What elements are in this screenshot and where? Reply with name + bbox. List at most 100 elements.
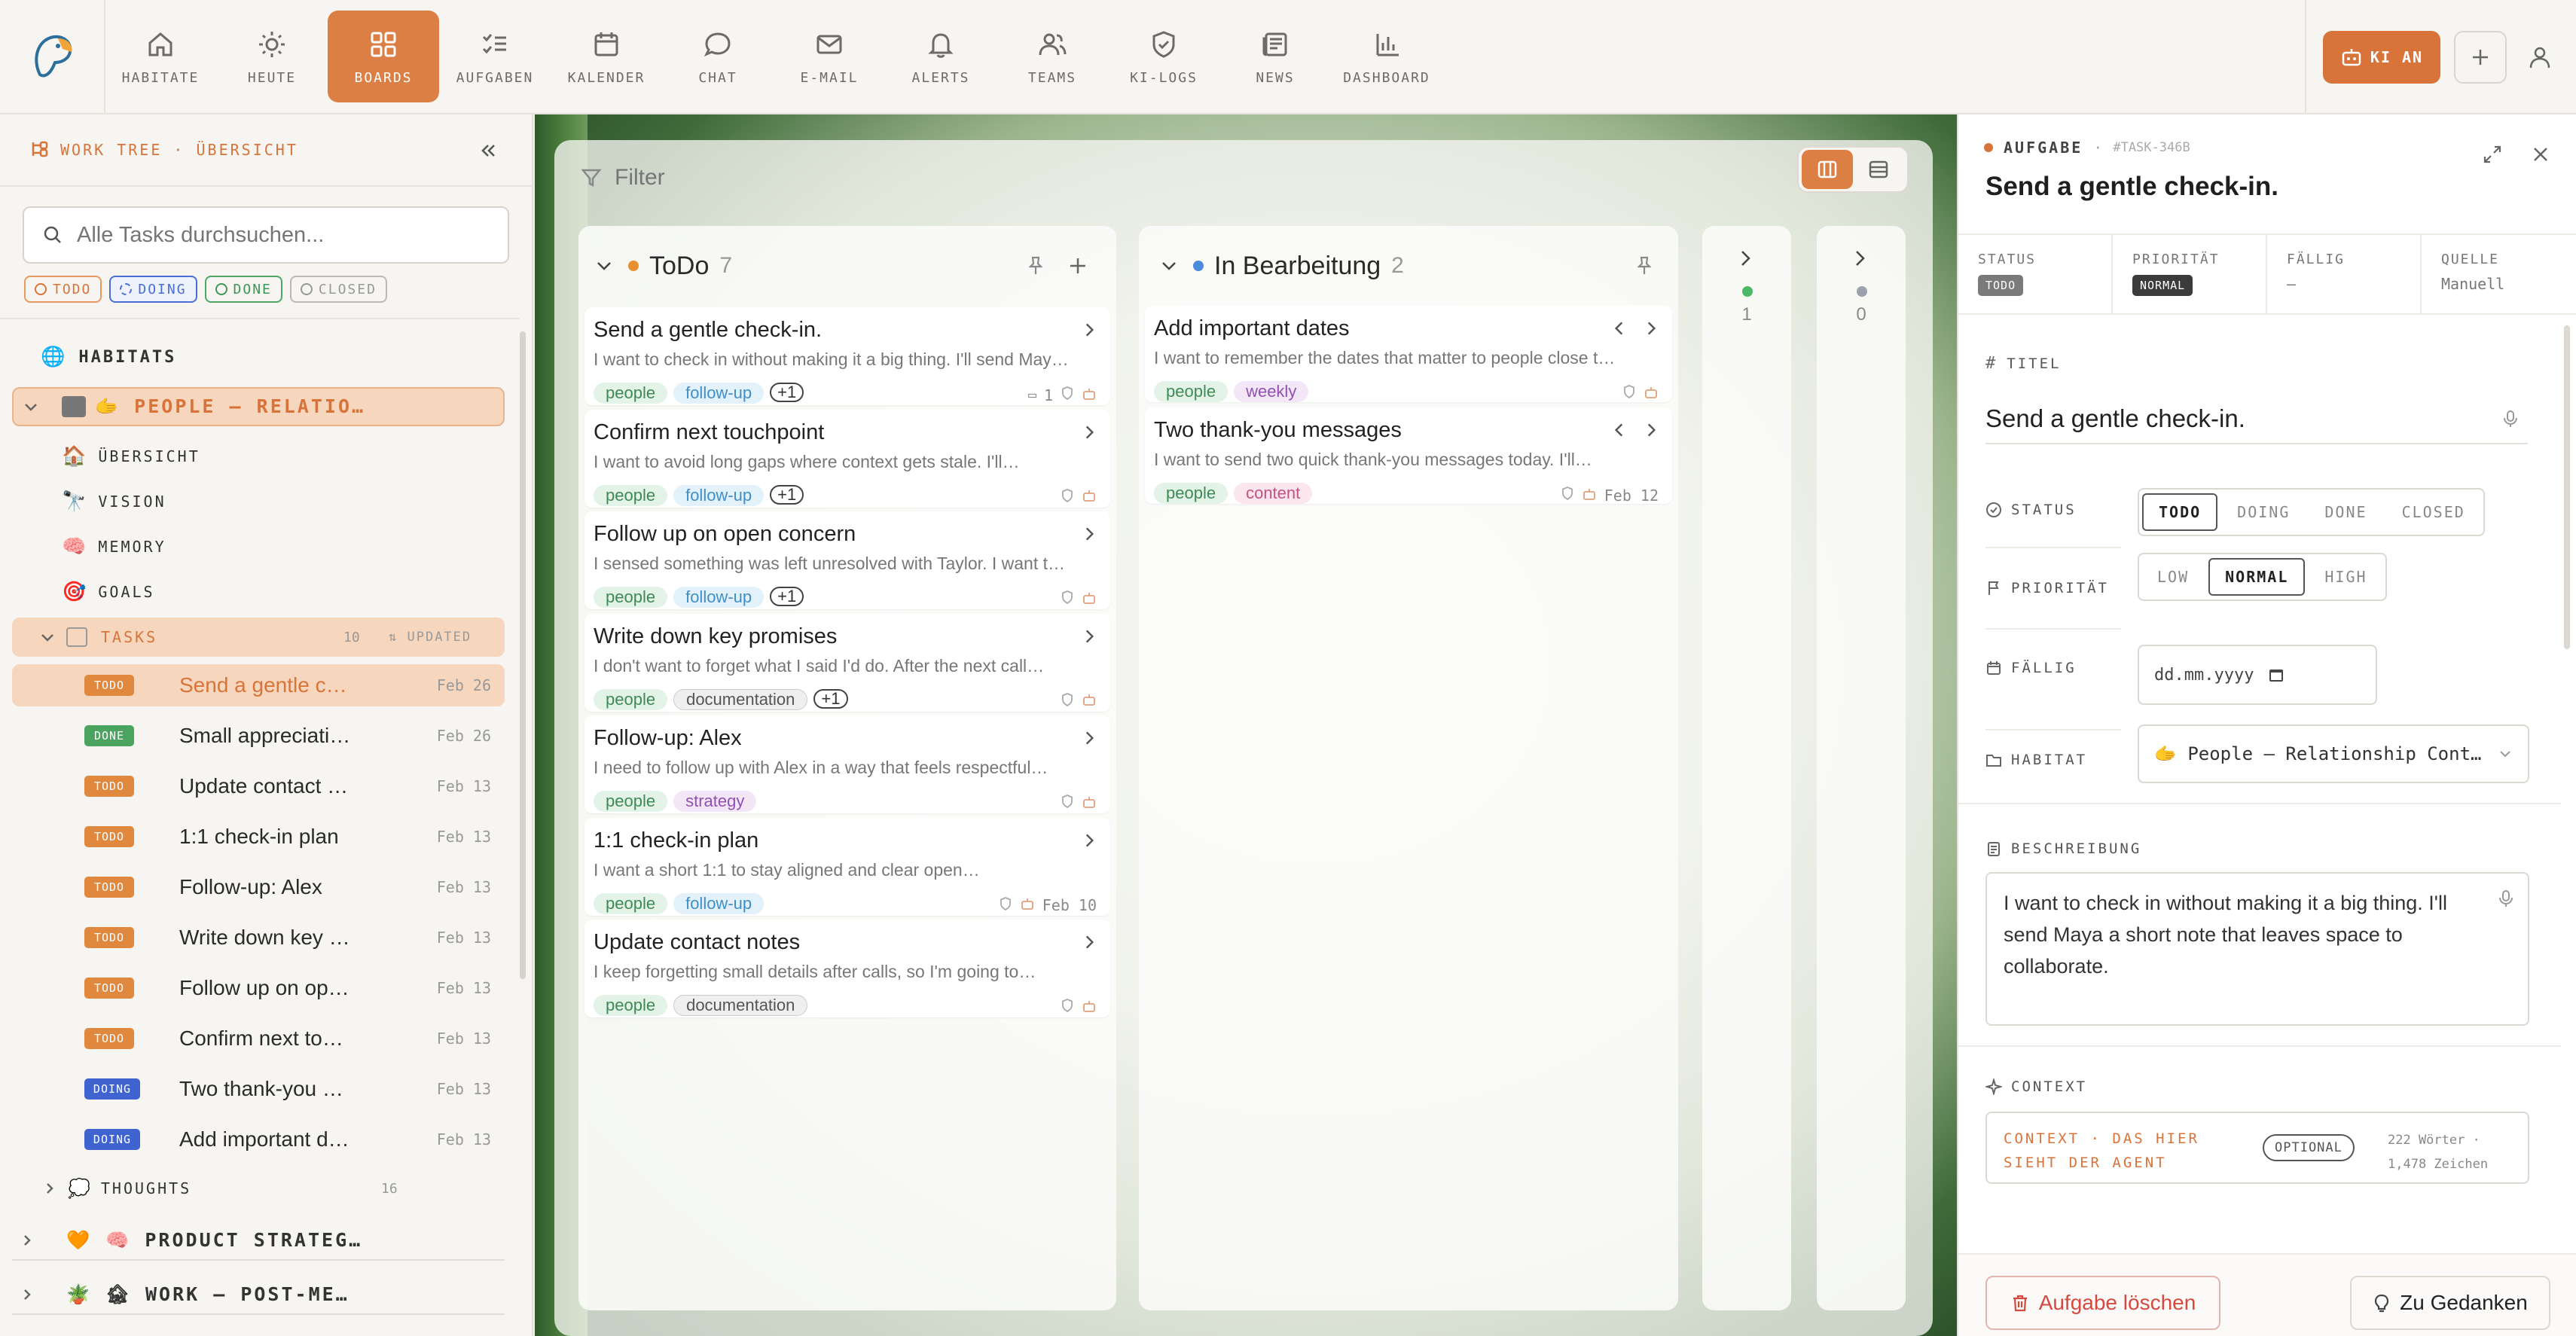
to-thoughts-button[interactable]: Zu Gedanken xyxy=(2350,1276,2550,1330)
status-option-done[interactable]: DONE xyxy=(2309,493,2382,531)
nav-teams[interactable]: TEAMS xyxy=(997,11,1108,102)
close-icon[interactable] xyxy=(2529,143,2552,166)
habitats-section-header[interactable]: 🌐 HABITATS xyxy=(12,342,505,372)
section-uebersicht[interactable]: 🏠 ÜBERSICHT xyxy=(12,440,505,473)
habitat-work-post-mortem[interactable]: 🪴 🏚 WORK — POST-ME… xyxy=(12,1276,505,1315)
tag[interactable]: follow-up xyxy=(673,892,765,914)
pin-icon[interactable] xyxy=(1633,255,1656,277)
tag[interactable]: follow-up xyxy=(673,383,765,404)
add-button[interactable] xyxy=(2454,31,2507,84)
ki-toggle-button[interactable]: KI AN xyxy=(2323,31,2440,84)
context-field[interactable]: CONTEXT · DAS HIER SIEHT DER AGENT OPTIO… xyxy=(1985,1112,2529,1184)
nav-email[interactable]: E-MAIL xyxy=(774,11,885,102)
nav-chat[interactable]: CHAT xyxy=(662,11,774,102)
sidebar-task-row[interactable]: TODO Follow-up: Alex Feb 13 xyxy=(12,866,505,908)
delete-task-button[interactable]: Aufgabe löschen xyxy=(1985,1276,2220,1330)
sidebar-task-row[interactable]: TODO Write down key … Feb 13 xyxy=(12,917,505,959)
microphone-icon[interactable] xyxy=(2496,889,2516,908)
section-memory[interactable]: 🧠 MEMORY xyxy=(12,530,505,563)
tag[interactable]: weekly xyxy=(1234,381,1309,402)
status-option-closed[interactable]: CLOSED xyxy=(2387,493,2480,531)
microphone-icon[interactable] xyxy=(2501,409,2520,429)
filter-chip-done[interactable]: DONE xyxy=(204,276,282,303)
tag[interactable]: people xyxy=(594,688,668,710)
tag[interactable]: follow-up xyxy=(673,587,765,608)
pin-icon[interactable] xyxy=(1024,255,1047,277)
tag[interactable]: follow-up xyxy=(673,484,765,506)
kanban-view-button[interactable] xyxy=(1802,150,1853,189)
tag[interactable]: people xyxy=(594,484,668,506)
chevron-right-icon[interactable] xyxy=(1850,249,1869,268)
list-view-button[interactable] xyxy=(1853,150,1904,189)
sidebar-task-row[interactable]: TODO Update contact … Feb 13 xyxy=(12,765,505,807)
status-option-todo[interactable]: TODO xyxy=(2142,493,2218,531)
chevron-left-icon[interactable] xyxy=(1610,421,1628,439)
chevron-right-icon[interactable] xyxy=(1080,831,1098,849)
nav-dashboard[interactable]: DASHBOARD xyxy=(1331,11,1442,102)
task-search-box[interactable] xyxy=(23,206,509,264)
nav-news[interactable]: NEWS xyxy=(1219,11,1331,102)
expand-icon[interactable] xyxy=(2481,143,2504,166)
sidebar-scrollbar[interactable] xyxy=(520,331,526,979)
chevron-right-icon[interactable] xyxy=(1735,249,1755,268)
nav-alerts[interactable]: ALERTS xyxy=(885,11,997,102)
tag[interactable]: documentation xyxy=(673,995,808,1016)
tag[interactable]: people xyxy=(594,383,668,404)
nav-ki-logs[interactable]: KI-LOGS xyxy=(1108,11,1219,102)
tag[interactable]: +1 xyxy=(770,484,804,505)
tag[interactable]: +1 xyxy=(770,587,804,606)
chevron-right-icon[interactable] xyxy=(1080,729,1098,747)
filter-chip-doing[interactable]: DOING xyxy=(109,276,197,303)
tag[interactable]: people xyxy=(594,587,668,608)
sidebar-task-row[interactable]: DONE Small appreciati… Feb 26 xyxy=(12,715,505,757)
task-card[interactable]: Follow-up: Alex I need to follow up with … xyxy=(584,715,1110,813)
nav-heute[interactable]: HEUTE xyxy=(216,11,328,102)
task-card[interactable]: Update contact notes I keep forgetting sm… xyxy=(584,920,1110,1017)
habitat-select[interactable]: 🫱 People — Relationship Cont… xyxy=(2138,724,2529,783)
task-card[interactable]: Add important dates I want to remember th… xyxy=(1145,306,1672,402)
task-search-input[interactable] xyxy=(77,222,499,248)
status-option-doing[interactable]: DOING xyxy=(2222,493,2305,531)
tag[interactable]: +1 xyxy=(813,688,848,709)
tag[interactable]: content xyxy=(1234,483,1313,504)
task-card[interactable]: Two thank-you messages I want to send two… xyxy=(1145,407,1672,505)
sidebar-task-row[interactable]: TODO Send a gentle c… Feb 26 xyxy=(12,664,505,706)
plus-icon[interactable] xyxy=(1067,255,1089,277)
sidebar-task-row[interactable]: DOING Add important d… Feb 13 xyxy=(12,1118,505,1161)
priority-option-high[interactable]: HIGH xyxy=(2309,558,2382,596)
sidebar-task-row[interactable]: TODO Follow up on op… Feb 13 xyxy=(12,967,505,1009)
task-card[interactable]: Confirm next touchpoint I want to avoid l… xyxy=(584,409,1110,508)
tag[interactable]: people xyxy=(1154,483,1228,504)
nav-habitate[interactable]: HABITATE xyxy=(105,11,216,102)
column-collapsed-done[interactable]: 1 xyxy=(1702,226,1791,1310)
nav-kalender[interactable]: KALENDER xyxy=(551,11,662,102)
tag[interactable]: +1 xyxy=(770,383,804,402)
section-vision[interactable]: 🔭 VISION xyxy=(12,485,505,518)
chevron-right-icon[interactable] xyxy=(1080,423,1098,441)
sidebar-task-row[interactable]: TODO Confirm next to… Feb 13 xyxy=(12,1017,505,1060)
priority-option-normal[interactable]: NORMAL xyxy=(2208,558,2306,596)
tasks-section-header[interactable]: TASKS 10 ⇅ UPDATED xyxy=(12,618,505,657)
task-card[interactable]: 1:1 check-in plan I want a short 1:1 to s… xyxy=(584,817,1110,916)
sidebar-task-row[interactable]: TODO 1:1 check-in plan Feb 13 xyxy=(12,816,505,858)
board-filter-input[interactable] xyxy=(615,165,991,191)
description-textarea[interactable]: I want to check in without making it a b… xyxy=(1985,872,2529,1026)
chevron-down-icon[interactable] xyxy=(1160,257,1178,275)
chevron-left-icon[interactable] xyxy=(1610,319,1628,337)
detail-scrollbar[interactable] xyxy=(2564,325,2570,649)
task-card[interactable]: Follow up on open concern I sensed someth… xyxy=(584,511,1110,609)
chevron-right-icon[interactable] xyxy=(1642,421,1660,439)
app-logo[interactable] xyxy=(0,0,105,114)
habitat-people[interactable]: 🫱 PEOPLE — RELATIO… xyxy=(12,387,505,426)
chevron-right-icon[interactable] xyxy=(1080,525,1098,543)
nav-aufgaben[interactable]: AUFGABEN xyxy=(439,11,551,102)
collapse-sidebar-button[interactable] xyxy=(475,137,502,164)
tag[interactable]: people xyxy=(1154,381,1228,402)
tag[interactable]: documentation xyxy=(673,688,808,710)
chevron-right-icon[interactable] xyxy=(1642,319,1660,337)
tag[interactable]: people xyxy=(594,892,668,914)
chevron-down-icon[interactable] xyxy=(595,257,613,275)
habitat-product-strategy[interactable]: 🧡 🧠 PRODUCT STRATEG… xyxy=(12,1222,505,1261)
thoughts-section[interactable]: 💭 THOUGHTS 16 xyxy=(12,1172,505,1205)
filter-chip-closed[interactable]: CLOSED xyxy=(289,276,387,303)
